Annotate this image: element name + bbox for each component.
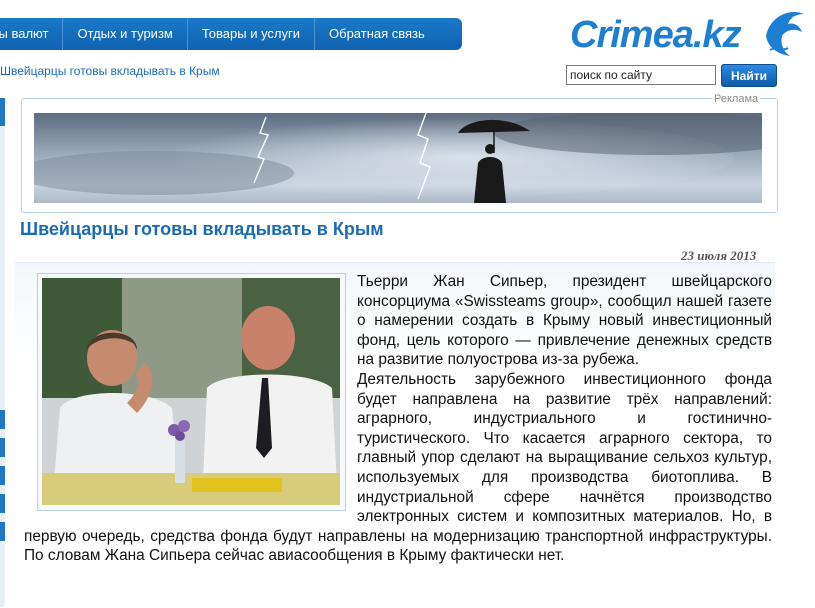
sidebar-tab[interactable] bbox=[0, 466, 5, 485]
breadcrumb[interactable]: Швейцарцы готовы вкладывать в Крым bbox=[0, 64, 220, 78]
left-sidebar-edge bbox=[0, 98, 5, 607]
sidebar-tab[interactable] bbox=[0, 410, 5, 429]
logo-text: Crimea.kz bbox=[570, 14, 742, 56]
ad-label: Реклама bbox=[712, 93, 761, 105]
dolphin-icon bbox=[766, 12, 804, 56]
sidebar-accent bbox=[0, 98, 5, 126]
top-navigation: сы валют Отдых и туризм Товары и услуги … bbox=[0, 18, 462, 50]
article-title: Швейцарцы готовы вкладывать в Крым bbox=[20, 219, 384, 239]
article-body: Тьерри Жан Сипьер, президент швейцарског… bbox=[24, 272, 772, 566]
nav-item-tourism[interactable]: Отдых и туризм bbox=[63, 18, 188, 50]
nav-item-goods[interactable]: Товары и услуги bbox=[188, 18, 316, 50]
sidebar-tab[interactable] bbox=[0, 522, 5, 541]
search-button[interactable]: Найти bbox=[721, 64, 777, 87]
nav-item-currency[interactable]: сы валют bbox=[0, 18, 64, 50]
sidebar-tab[interactable] bbox=[0, 494, 5, 513]
sidebar-tab[interactable] bbox=[0, 438, 5, 457]
photo-spacer bbox=[24, 272, 357, 517]
search-input[interactable] bbox=[566, 65, 716, 85]
nav-item-feedback[interactable]: Обратная связь bbox=[315, 18, 439, 50]
site-logo[interactable]: Crimea.kz bbox=[570, 6, 810, 62]
ad-banner-image[interactable] bbox=[34, 113, 762, 203]
